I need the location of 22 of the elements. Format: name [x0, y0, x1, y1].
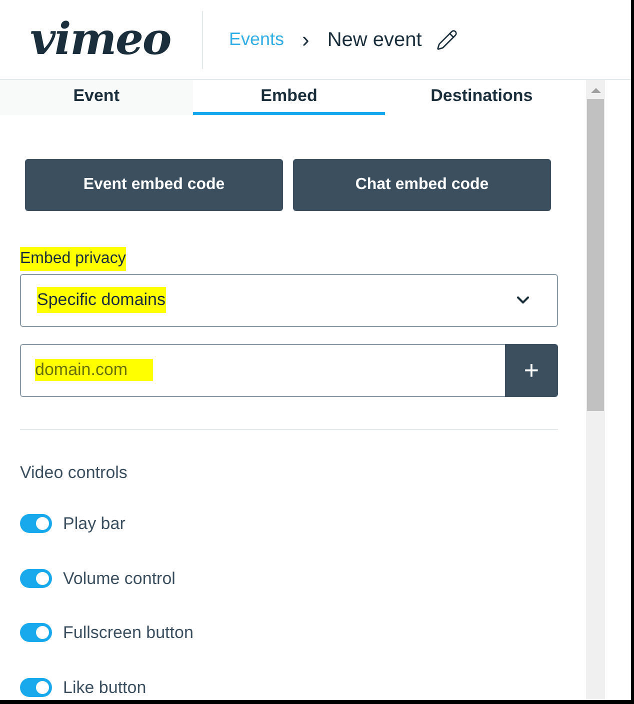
toggle-label: Like button	[63, 676, 146, 698]
embed-code-button[interactable]: Event embed code	[25, 158, 283, 210]
add-domain-button[interactable]: +	[505, 344, 558, 396]
domain-input-field[interactable]: domain.com	[20, 344, 505, 396]
toggle-switch[interactable]	[20, 568, 52, 588]
logo: vimeo	[30, 18, 172, 62]
toggle-switch[interactable]	[20, 623, 52, 642]
toggle-switch[interactable]	[20, 678, 52, 697]
toggle-label: Volume control	[63, 568, 176, 590]
toggle-label: Fullscreen button	[63, 622, 194, 644]
toggle-label: Play bar	[63, 513, 126, 535]
privacy-dropdown[interactable]: Specific domains	[20, 274, 558, 326]
toggle-switch[interactable]	[20, 514, 52, 534]
tab[interactable]: Event	[0, 80, 193, 114]
field-label: Embed privacy	[20, 246, 126, 270]
scrollbar[interactable]	[586, 80, 605, 700]
embed-code-button[interactable]: Chat embed code	[293, 158, 551, 210]
edit-icon[interactable]	[436, 28, 458, 50]
page-title: New event	[327, 28, 422, 52]
dropdown-value: Specific domains	[37, 287, 166, 313]
section-title: Video controls	[20, 462, 128, 484]
breadcrumb-separator: ›	[302, 26, 310, 54]
